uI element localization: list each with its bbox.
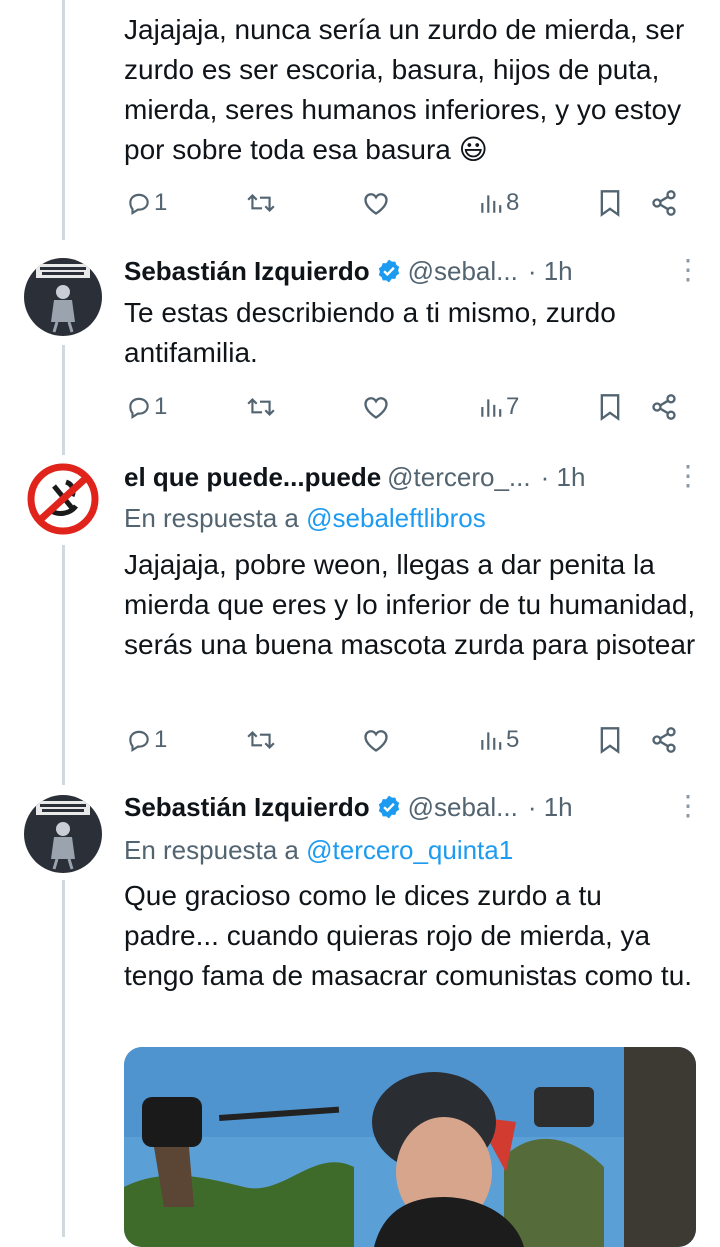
- retweet-icon: [247, 193, 275, 213]
- views-count: 8: [506, 189, 520, 216]
- views-count: 5: [506, 726, 520, 753]
- tweet-actions: 1 8: [124, 188, 684, 218]
- share-button[interactable]: [650, 725, 678, 755]
- views-button[interactable]: 8: [478, 188, 519, 218]
- thread-line: [62, 880, 65, 1237]
- more-icon[interactable]: ⋮: [674, 459, 702, 492]
- verified-icon: [378, 259, 399, 283]
- timestamp[interactable]: · 1h: [541, 462, 586, 493]
- views-button[interactable]: 5: [478, 725, 519, 755]
- tweet-text: Que gracioso como le dices zurdo a tu pa…: [124, 880, 693, 991]
- tweet-actions: 1 7: [124, 392, 684, 422]
- reply-count: 1: [154, 726, 168, 753]
- like-icon: [364, 193, 388, 215]
- views-icon: [481, 399, 502, 417]
- avatar[interactable]: [24, 460, 102, 538]
- display-name[interactable]: el que puede...puede: [124, 462, 381, 493]
- share-icon: [652, 727, 676, 753]
- like-button[interactable]: [362, 392, 390, 422]
- reply-button[interactable]: 1: [126, 392, 167, 422]
- display-name[interactable]: Sebastián Izquierdo: [124, 792, 370, 823]
- retweet-button[interactable]: [246, 725, 276, 755]
- display-name[interactable]: Sebastián Izquierdo: [124, 256, 370, 287]
- share-button[interactable]: [650, 392, 678, 422]
- thread-line: [62, 545, 65, 785]
- reply-to-link[interactable]: @tercero_quinta1: [306, 835, 513, 865]
- reply-icon: [129, 397, 149, 420]
- like-icon: [364, 397, 388, 419]
- bookmark-icon: [600, 190, 620, 217]
- retweet-icon: [247, 730, 275, 750]
- retweet-button[interactable]: [246, 188, 276, 218]
- tweet-text: Te estas describiendo a ti mismo, zurdo …: [124, 297, 616, 368]
- timestamp[interactable]: · 1h: [528, 792, 573, 823]
- share-icon: [652, 190, 676, 216]
- reply-prefix: En respuesta a: [124, 503, 299, 533]
- views-button[interactable]: 7: [478, 392, 519, 422]
- reply-prefix: En respuesta a: [124, 835, 299, 865]
- retweet-button[interactable]: [246, 392, 276, 422]
- like-icon: [364, 730, 388, 752]
- more-icon[interactable]: ⋮: [674, 253, 702, 286]
- reply-count: 1: [154, 189, 168, 216]
- bookmark-icon: [600, 394, 620, 421]
- user-handle[interactable]: @sebal...: [408, 792, 518, 823]
- views-count: 7: [506, 393, 520, 420]
- timestamp[interactable]: · 1h: [528, 256, 573, 287]
- reply-icon: [129, 193, 149, 216]
- tweet-image[interactable]: [124, 1047, 696, 1247]
- bookmark-icon: [600, 727, 620, 754]
- verified-icon: [378, 795, 399, 819]
- user-handle[interactable]: @sebal...: [408, 256, 518, 287]
- bookmark-button[interactable]: [598, 188, 622, 218]
- avatar[interactable]: [24, 795, 102, 873]
- reply-button[interactable]: 1: [126, 188, 167, 218]
- like-button[interactable]: [362, 725, 390, 755]
- share-icon: [652, 394, 676, 420]
- user-handle[interactable]: @tercero_...: [387, 462, 530, 493]
- tweet-header: Sebastián Izquierdo @sebal... · 1h ⋮: [124, 253, 702, 289]
- like-button[interactable]: [362, 188, 390, 218]
- thread-line: [62, 345, 65, 455]
- reply-context: En respuesta a @tercero_quinta1: [124, 835, 513, 866]
- share-button[interactable]: [650, 188, 678, 218]
- thread-line: [62, 0, 65, 240]
- more-icon[interactable]: ⋮: [674, 789, 702, 822]
- bookmark-button[interactable]: [598, 392, 622, 422]
- reply-count: 1: [154, 393, 168, 420]
- reply-button[interactable]: 1: [126, 725, 167, 755]
- tweet-text: Jajajaja, pobre weon, llegas a dar penit…: [124, 549, 696, 660]
- retweet-icon: [247, 397, 275, 417]
- views-icon: [481, 195, 502, 213]
- reply-icon: [129, 730, 149, 753]
- tweet-actions: 1 5: [124, 725, 684, 755]
- reply-context: En respuesta a @sebaleftlibros: [124, 503, 486, 534]
- tweet-header: el que puede...puede @tercero_... · 1h ⋮: [124, 459, 702, 495]
- avatar[interactable]: [24, 258, 102, 336]
- views-icon: [481, 732, 502, 750]
- tweet-header: Sebastián Izquierdo @sebal... · 1h ⋮: [124, 789, 702, 825]
- bookmark-button[interactable]: [598, 725, 622, 755]
- reply-to-link[interactable]: @sebaleftlibros: [306, 503, 486, 533]
- tweet-text: Jajajaja, nunca sería un zurdo de mierda…: [124, 14, 685, 165]
